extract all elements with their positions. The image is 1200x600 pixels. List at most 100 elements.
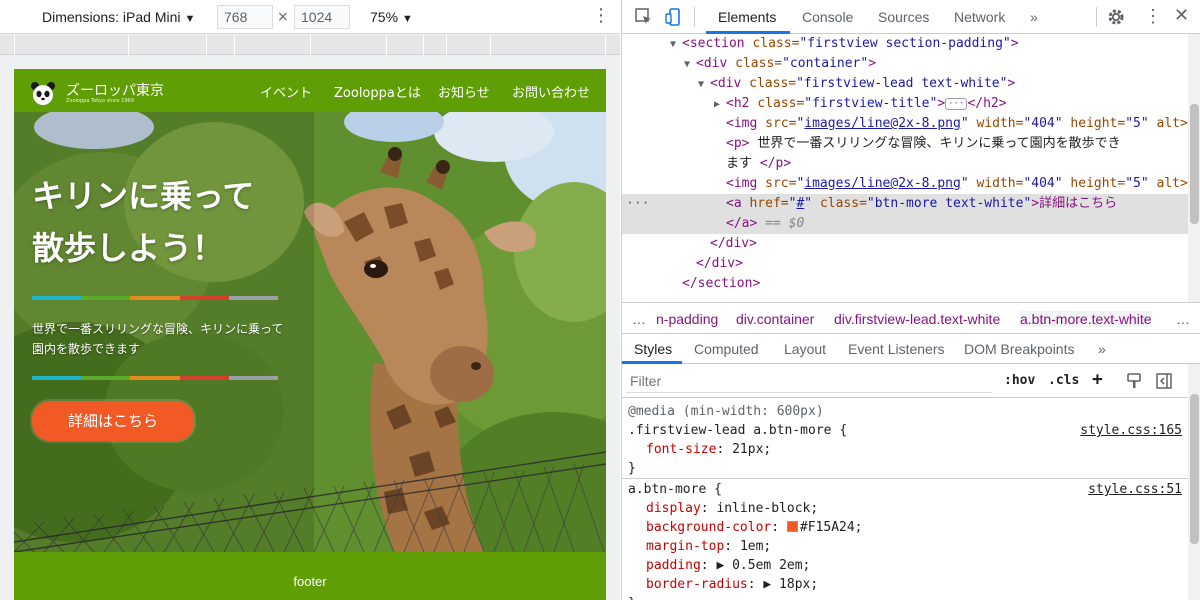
property-name[interactable]: margin-top	[646, 539, 724, 554]
breadcrumb-btn-more[interactable]: a.btn-more.text-white	[1020, 311, 1152, 327]
height-input[interactable]	[294, 5, 350, 29]
dom-node-a-selected[interactable]: ··· <a href="#" class="btn-more text-whit…	[622, 194, 1188, 214]
breadcrumb-firstview-lead[interactable]: div.firstview-lead.text-white	[834, 311, 1000, 327]
new-style-rule-button[interactable]: +	[1092, 369, 1103, 390]
dom-tree[interactable]: ▼ <section class="firstview section-paddi…	[622, 34, 1188, 302]
tab-computed[interactable]: Computed	[694, 341, 759, 357]
devtools-menu-icon[interactable]: ⋮	[1144, 6, 1162, 27]
tab-dom-breakpoints[interactable]: DOM Breakpoints	[964, 341, 1074, 357]
breadcrumb-container[interactable]: div.container	[736, 311, 814, 327]
nav-item-contact[interactable]: お問い合わせ	[512, 82, 590, 101]
rule-selector[interactable]: .firstview-lead a.btn-more {	[628, 423, 847, 438]
hero-title: キリンに乗って 散歩しよう！	[32, 170, 292, 274]
dom-node-firstview-lead[interactable]: ▼ <div class="firstview-lead text-white">	[622, 74, 1188, 94]
rule-selector[interactable]: a.btn-more {	[628, 482, 722, 497]
src-link[interactable]: images/line@2x-8.png	[804, 176, 961, 191]
property-line[interactable]: display: inline-block;	[622, 499, 1188, 518]
site-logo-title[interactable]: ズーロッパ東京	[66, 80, 164, 100]
dom-node-img[interactable]: <img src="images/line@2x-8.png" width="4…	[622, 114, 1188, 134]
media-query-ruler[interactable]	[0, 35, 620, 55]
property-name[interactable]: font-size	[646, 442, 716, 457]
property-name[interactable]: padding	[646, 558, 701, 573]
breadcrumb-overflow-right[interactable]: …	[1176, 311, 1190, 327]
scrollbar-thumb[interactable]	[1190, 394, 1199, 544]
more-tabs-button[interactable]: »	[1030, 9, 1038, 25]
site-logo-subtitle: Zooloppa Tokyo since 1969	[66, 98, 134, 104]
close-devtools-icon[interactable]: ✕	[1174, 5, 1189, 26]
property-name[interactable]: display	[646, 501, 701, 516]
hover-state-toggle[interactable]: :hov	[1004, 373, 1035, 388]
property-line[interactable]: padding: ▶ 0.5em 2em;	[622, 556, 1188, 575]
src-link[interactable]: images/line@2x-8.png	[804, 116, 961, 131]
property-value[interactable]: ▶ 18px;	[763, 577, 818, 592]
property-value[interactable]: inline-block;	[716, 501, 818, 516]
style-rule-media[interactable]: @media (min-width: 600px) .firstview-lea…	[622, 402, 1188, 478]
dom-tree-scrollbar[interactable]	[1188, 34, 1200, 302]
more-options-icon[interactable]: ⋮	[592, 6, 610, 26]
nav-item-events[interactable]: イベント	[260, 82, 312, 101]
expand-triangle-icon[interactable]: ▶	[714, 95, 726, 115]
paint-brush-icon[interactable]	[1124, 371, 1144, 391]
width-input[interactable]	[217, 5, 273, 29]
dom-node-close[interactable]: </section>	[622, 274, 1188, 294]
nav-item-about[interactable]: Zooloppaとは	[334, 82, 421, 101]
tab-styles[interactable]: Styles	[634, 341, 672, 357]
property-value[interactable]: ▶ 0.5em 2em;	[716, 558, 810, 573]
property-value[interactable]: #F15A24;	[800, 520, 863, 535]
property-line[interactable]: margin-top: 1em;	[622, 537, 1188, 556]
tab-console[interactable]: Console	[802, 9, 853, 25]
collapsed-content-ellipsis[interactable]: ···	[945, 97, 968, 110]
dom-node-img[interactable]: <img src="images/line@2x-8.png" width="4…	[622, 174, 1188, 194]
more-subtabs-button[interactable]: »	[1098, 341, 1106, 357]
property-name[interactable]: background-color	[646, 520, 771, 535]
rule-source-link[interactable]: style.css:165	[1080, 421, 1182, 440]
dom-node-h2[interactable]: ▶ <h2 class="firstview-title"> ··· </h2>	[622, 94, 1188, 114]
settings-gear-icon[interactable]	[1106, 7, 1126, 27]
class-toggle[interactable]: .cls	[1048, 373, 1079, 388]
dom-node-p[interactable]: <p> 世界で一番スリリングな冒険、キリンに乗って園内を散歩でき	[622, 134, 1188, 154]
breadcrumb-section[interactable]: n-padding	[656, 311, 718, 327]
dimensions-dropdown[interactable]: Dimensions: iPad Mini ▼	[42, 9, 195, 25]
color-line-segment	[81, 376, 131, 380]
styles-scrollbar[interactable]	[1188, 364, 1200, 600]
styles-pane[interactable]: @media (min-width: 600px) .firstview-lea…	[622, 398, 1188, 600]
property-line[interactable]: font-size: 21px;	[622, 440, 1188, 459]
property-value[interactable]: 1em;	[740, 539, 771, 554]
breadcrumb-overflow-left[interactable]: …	[632, 311, 646, 327]
inspect-element-icon[interactable]	[634, 7, 654, 27]
color-swatch[interactable]	[786, 521, 798, 532]
attr-name: class=	[819, 196, 867, 211]
node-actions-ellipsis[interactable]: ···	[626, 194, 649, 214]
tag-close: </section>	[682, 276, 761, 291]
styles-filter-input[interactable]	[626, 369, 992, 393]
dom-node-container[interactable]: ▼ <div class="container">	[622, 54, 1188, 74]
dom-node-section[interactable]: ▼ <section class="firstview section-paddi…	[622, 34, 1188, 54]
zoom-dropdown[interactable]: 75% ▼	[370, 9, 413, 25]
tab-event-listeners[interactable]: Event Listeners	[848, 341, 945, 357]
tag-name: <section	[682, 36, 745, 51]
tab-sources[interactable]: Sources	[878, 9, 929, 25]
breadcrumb: … n-padding div.container div.firstview-…	[622, 302, 1200, 334]
property-value[interactable]: 21px;	[732, 442, 771, 457]
dom-node-p-continued[interactable]: ます </p>	[622, 154, 1188, 174]
property-name[interactable]: border-radius	[646, 577, 748, 592]
collapse-triangle-icon[interactable]: ▼	[670, 35, 682, 55]
tab-elements[interactable]: Elements	[718, 9, 776, 25]
tab-layout[interactable]: Layout	[784, 341, 826, 357]
property-line[interactable]: background-color: #F15A24;	[622, 518, 1188, 537]
tab-network[interactable]: Network	[954, 9, 1005, 25]
dom-node-a-close[interactable]: </a> == $0	[622, 214, 1188, 234]
collapse-triangle-icon[interactable]: ▼	[684, 55, 696, 75]
dom-node-close[interactable]: </div>	[622, 254, 1188, 274]
property-line[interactable]: border-radius: ▶ 18px;	[622, 575, 1188, 594]
href-link[interactable]: #	[796, 196, 804, 211]
dom-node-close[interactable]: </div>	[622, 234, 1188, 254]
rule-source-link[interactable]: style.css:51	[1088, 480, 1182, 499]
collapse-triangle-icon[interactable]: ▼	[698, 75, 710, 95]
scrollbar-thumb[interactable]	[1190, 104, 1199, 224]
details-button[interactable]: 詳細はこちら	[32, 401, 194, 441]
device-toolbar-toggle-icon[interactable]	[664, 7, 684, 27]
style-rule-btn-more[interactable]: a.btn-more { style.css:51 display: inlin…	[622, 480, 1188, 600]
toggle-sidebar-icon[interactable]	[1154, 371, 1174, 391]
nav-item-news[interactable]: お知らせ	[438, 82, 490, 101]
